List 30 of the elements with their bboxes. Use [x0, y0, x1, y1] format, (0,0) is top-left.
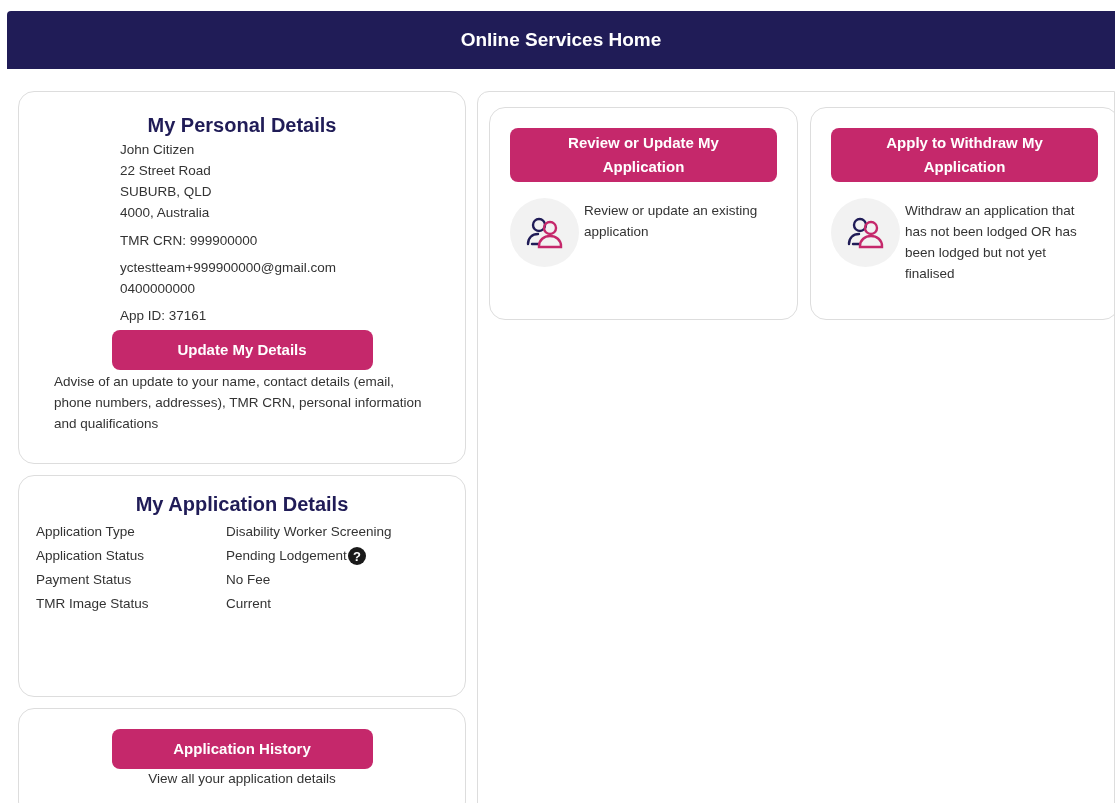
help-icon[interactable]: ? [347, 547, 366, 565]
application-history-button[interactable]: Application History [111, 729, 373, 769]
action-button[interactable]: Review or Update My Application [510, 128, 777, 182]
description-text: Withdraw an application that has not been lodged OR has been lodged but not yet finalised [905, 202, 1078, 283]
update-details-button[interactable]: Update My Details [111, 330, 373, 370]
field-label: Payment Status [36, 571, 133, 589]
field-label: Application Type [36, 523, 136, 541]
contact-line: yctestteam+999900000@gmail.com [120, 259, 337, 277]
people-icon [846, 215, 885, 250]
app-id-text: App ID: 37161 [120, 307, 208, 325]
address-line: SUBURB, QLD [120, 183, 213, 201]
people-icon [525, 215, 564, 250]
description-text: View all your application details [148, 770, 336, 788]
address-line: 22 Street Road [120, 162, 212, 180]
field-value: No Fee [226, 571, 271, 589]
field-value: Disability Worker Screening [226, 523, 392, 541]
address-line: 4000, Australia [120, 204, 211, 222]
description-text: Review or update an existing application [584, 202, 759, 241]
action-button[interactable]: Apply to Withdraw My Application [831, 128, 1098, 182]
field-label: TMR Image Status [36, 595, 150, 613]
address-line: John Citizen [120, 141, 196, 159]
description-text: Advise of an update to your name, contact details (email, phone numbers, addresses), TMR CRN, personal information and qualifications [54, 373, 423, 433]
page-title: Online Services Home [460, 27, 662, 52]
card-title: My Personal Details [147, 113, 337, 138]
crn-text: TMR CRN: 999900000 [120, 232, 259, 250]
field-value: Current [226, 595, 271, 613]
contact-line: 0400000000 [120, 280, 197, 298]
field-label: Application Status [36, 547, 146, 565]
field-value: Pending Lodgement [226, 547, 347, 565]
card-title: My Application Details [134, 492, 350, 517]
